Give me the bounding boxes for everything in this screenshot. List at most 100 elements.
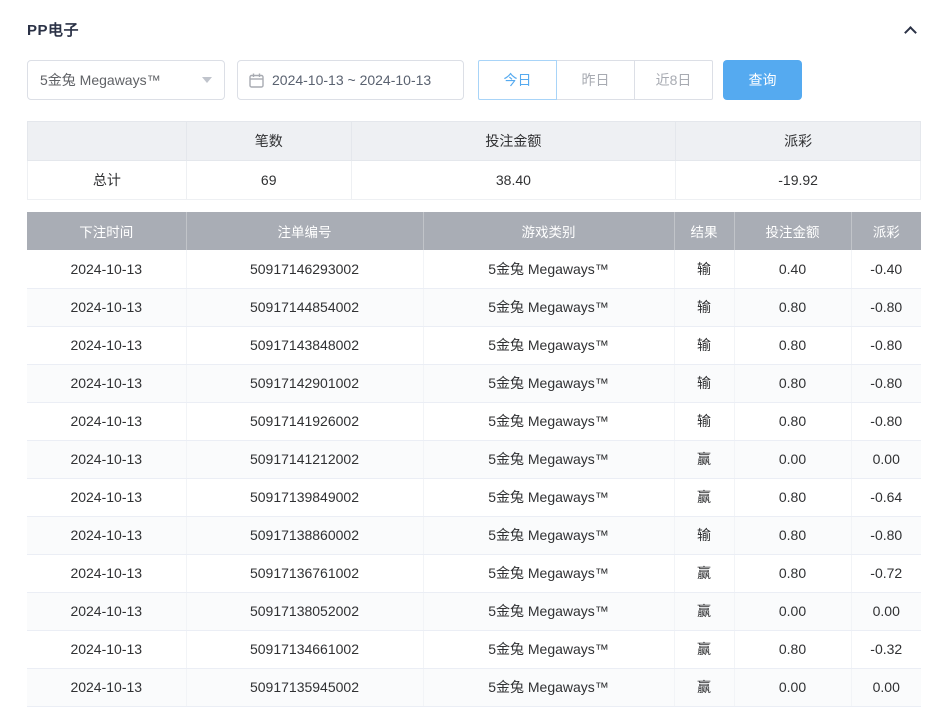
payout-cell: -0.80	[851, 364, 921, 402]
order-id-cell: 50917144854002	[186, 288, 423, 326]
bet-amount-cell: 0.80	[734, 326, 851, 364]
game-select[interactable]: 5金兔 Megaways™	[27, 60, 225, 100]
order-id-cell: 50917142901002	[186, 364, 423, 402]
result-cell: 输	[674, 402, 734, 440]
result-cell: 输	[674, 364, 734, 402]
result-cell: 赢	[674, 592, 734, 630]
result-cell: 赢	[674, 440, 734, 478]
summary-header-row: 笔数 投注金额 派彩	[28, 122, 921, 161]
record-row: 2024-10-13 50917143848002 5金兔 Megaways™ …	[27, 326, 921, 364]
payout-cell: -0.32	[851, 630, 921, 668]
pp-electronic-panel: PP电子 5金兔 Megaways™ 2024-10-13 ~ 2024-10-…	[0, 0, 948, 707]
bet-records-table: 下注时间 注单编号 游戏类别 结果 投注金额 派彩 2024-10-13 509…	[27, 212, 921, 707]
order-id-cell: 50917138052002	[186, 592, 423, 630]
bet-amount-cell: 0.00	[734, 592, 851, 630]
panel-header: PP电子	[27, 14, 921, 44]
record-row: 2024-10-13 50917138860002 5金兔 Megaways™ …	[27, 516, 921, 554]
bet-time-cell: 2024-10-13	[27, 326, 186, 364]
records-header-payout: 派彩	[851, 212, 921, 250]
record-row: 2024-10-13 50917142901002 5金兔 Megaways™ …	[27, 364, 921, 402]
game-name-cell: 5金兔 Megaways™	[423, 668, 674, 706]
record-row: 2024-10-13 50917141212002 5金兔 Megaways™ …	[27, 440, 921, 478]
payout-cell: -0.80	[851, 288, 921, 326]
records-header-game-category: 游戏类别	[423, 212, 674, 250]
records-body: 2024-10-13 50917146293002 5金兔 Megaways™ …	[27, 250, 921, 706]
calendar-icon	[249, 73, 264, 88]
records-header-result: 结果	[674, 212, 734, 250]
bet-time-cell: 2024-10-13	[27, 364, 186, 402]
bet-time-cell: 2024-10-13	[27, 440, 186, 478]
bet-time-cell: 2024-10-13	[27, 592, 186, 630]
payout-cell: -0.80	[851, 326, 921, 364]
summary-header-blank	[28, 122, 187, 161]
page-title: PP电子	[27, 19, 79, 40]
game-name-cell: 5金兔 Megaways™	[423, 364, 674, 402]
record-row: 2024-10-13 50917146293002 5金兔 Megaways™ …	[27, 250, 921, 288]
result-cell: 赢	[674, 554, 734, 592]
bet-amount-cell: 0.80	[734, 478, 851, 516]
result-cell: 赢	[674, 630, 734, 668]
bet-amount-cell: 0.80	[734, 402, 851, 440]
result-cell: 赢	[674, 478, 734, 516]
date-range-input[interactable]: 2024-10-13 ~ 2024-10-13	[237, 60, 464, 100]
payout-cell: -0.80	[851, 516, 921, 554]
order-id-cell: 50917138860002	[186, 516, 423, 554]
summary-header-count: 笔数	[186, 122, 351, 161]
chevron-down-icon	[202, 77, 212, 83]
result-cell: 赢	[674, 668, 734, 706]
bet-time-cell: 2024-10-13	[27, 402, 186, 440]
game-select-value: 5金兔 Megaways™	[40, 70, 161, 90]
yesterday-button[interactable]: 昨日	[556, 60, 635, 100]
game-name-cell: 5金兔 Megaways™	[423, 288, 674, 326]
record-row: 2024-10-13 50917135945002 5金兔 Megaways™ …	[27, 668, 921, 706]
order-id-cell: 50917141212002	[186, 440, 423, 478]
bet-time-cell: 2024-10-13	[27, 288, 186, 326]
game-name-cell: 5金兔 Megaways™	[423, 554, 674, 592]
last-8-days-button[interactable]: 近8日	[634, 60, 713, 100]
summary-total-label: 总计	[28, 161, 187, 200]
result-cell: 输	[674, 250, 734, 288]
result-cell: 输	[674, 516, 734, 554]
collapse-chevron-up-icon[interactable]	[904, 26, 917, 39]
record-row: 2024-10-13 50917136761002 5金兔 Megaways™ …	[27, 554, 921, 592]
game-name-cell: 5金兔 Megaways™	[423, 516, 674, 554]
quick-date-button-group: 今日 昨日 近8日	[478, 60, 713, 100]
bet-time-cell: 2024-10-13	[27, 250, 186, 288]
payout-cell: 0.00	[851, 592, 921, 630]
search-button[interactable]: 查询	[723, 60, 802, 100]
payout-cell: -0.64	[851, 478, 921, 516]
bet-amount-cell: 0.00	[734, 668, 851, 706]
bet-amount-cell: 0.00	[734, 440, 851, 478]
summary-total-count: 69	[186, 161, 351, 200]
payout-cell: 0.00	[851, 668, 921, 706]
records-header-row: 下注时间 注单编号 游戏类别 结果 投注金额 派彩	[27, 212, 921, 250]
order-id-cell: 50917135945002	[186, 668, 423, 706]
record-row: 2024-10-13 50917141926002 5金兔 Megaways™ …	[27, 402, 921, 440]
bet-time-cell: 2024-10-13	[27, 516, 186, 554]
order-id-cell: 50917143848002	[186, 326, 423, 364]
bet-amount-cell: 0.80	[734, 288, 851, 326]
summary-total-payout: -19.92	[676, 161, 921, 200]
game-name-cell: 5金兔 Megaways™	[423, 326, 674, 364]
order-id-cell: 50917136761002	[186, 554, 423, 592]
payout-cell: 0.00	[851, 440, 921, 478]
records-header-order-id: 注单编号	[186, 212, 423, 250]
date-range-value: 2024-10-13 ~ 2024-10-13	[272, 72, 431, 88]
result-cell: 输	[674, 288, 734, 326]
order-id-cell: 50917139849002	[186, 478, 423, 516]
bet-amount-cell: 0.80	[734, 364, 851, 402]
payout-cell: -0.40	[851, 250, 921, 288]
game-name-cell: 5金兔 Megaways™	[423, 402, 674, 440]
records-header-bet-time: 下注时间	[27, 212, 186, 250]
game-name-cell: 5金兔 Megaways™	[423, 630, 674, 668]
today-button[interactable]: 今日	[478, 60, 557, 100]
bet-time-cell: 2024-10-13	[27, 478, 186, 516]
bet-amount-cell: 0.40	[734, 250, 851, 288]
order-id-cell: 50917146293002	[186, 250, 423, 288]
order-id-cell: 50917134661002	[186, 630, 423, 668]
bet-time-cell: 2024-10-13	[27, 668, 186, 706]
summary-header-bet-amount: 投注金额	[351, 122, 676, 161]
summary-header-payout: 派彩	[676, 122, 921, 161]
game-name-cell: 5金兔 Megaways™	[423, 250, 674, 288]
summary-total-row: 总计 69 38.40 -19.92	[28, 161, 921, 200]
